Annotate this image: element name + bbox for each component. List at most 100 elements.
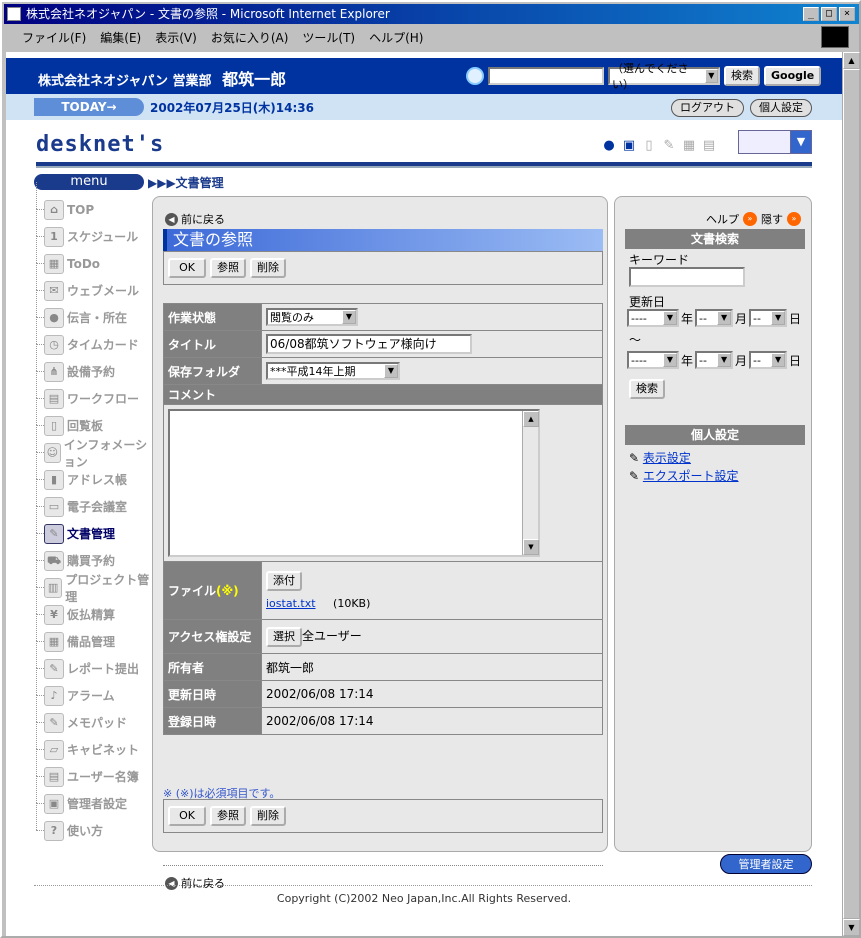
sidebar-item[interactable]: ✎ メモパッド [32,695,152,736]
title-input[interactable]: 06/08都筑ソフトウェア様向け [266,334,472,354]
scroll-up-icon[interactable]: ▲ [843,52,860,69]
to-year-select[interactable]: ---- ▼ [627,351,679,369]
sidebar-item[interactable]: ▦ 備品管理 [32,614,152,655]
sidebar-item[interactable]: ✉ ウェブメール [32,263,152,304]
status-row: 作業状態 閲覧のみ ▼ [163,303,603,331]
scroll-down-icon[interactable]: ▼ [523,539,539,555]
menu-help[interactable]: ヘルプ(H) [369,29,423,46]
sidebar-item[interactable]: ▥ プロジェクト管理 [32,560,152,604]
org-icon[interactable]: ▣ [622,138,636,154]
scrollbar-thumb[interactable] [843,69,860,919]
folder-select[interactable]: ***平成14年上期 ▼ [266,362,400,380]
scroll-up-icon[interactable]: ▲ [523,411,539,427]
page-icon[interactable]: ▯ [642,138,656,154]
page-scrollbar[interactable]: ▲ ▼ [842,52,860,936]
sidebar-item[interactable]: ✎ レポート提出 [32,641,152,682]
sidebar-item[interactable]: ☺ インフォメーション [32,425,152,469]
sidebar-item[interactable]: ♪ アラーム [32,668,152,709]
sidebar-item[interactable]: ▭ 電子会議室 [32,479,152,520]
help-link[interactable]: ヘルプ [706,211,739,227]
menu-tools[interactable]: ツール(T) [302,29,355,46]
scroll-down-icon[interactable]: ▼ [843,919,860,936]
attach-button[interactable]: 添付 [266,571,302,591]
stack-icon[interactable]: ▤ [702,138,716,154]
sidebar-item-label: インフォメーション [63,437,148,469]
display-settings-link[interactable]: 表示設定 [643,451,691,465]
sidebar-item[interactable]: ▣ 管理者設定 [32,776,152,817]
from-month-select[interactable]: -- ▼ [695,309,734,327]
sidebar-item[interactable]: ✎ 文書管理 [32,506,152,547]
grid-icon[interactable]: ▦ [682,138,696,154]
close-button[interactable]: × [839,7,855,21]
delete-button-bottom[interactable]: 削除 [250,806,286,826]
folder-cell: ***平成14年上期 ▼ [261,357,603,385]
select-access-button[interactable]: 選択 [266,626,302,647]
sidebar-item[interactable]: ⌂ TOP [32,182,152,223]
reference-button[interactable]: 参照 [210,258,246,278]
sidebar-item[interactable]: ▦ ToDo [32,236,152,277]
switch-widget[interactable]: ▼ [738,130,812,154]
sidebar-item[interactable]: ▮ アドレス帳 [32,452,152,493]
from-year-select[interactable]: ---- ▼ [627,309,679,327]
folder-value: ***平成14年上期 [270,365,356,378]
user-list-icon: ▤ [44,766,64,787]
status-select[interactable]: 閲覧のみ ▼ [266,308,358,326]
reference-button-bottom[interactable]: 参照 [210,806,246,826]
logout-button[interactable]: ログアウト [671,99,744,117]
global-search-input[interactable] [488,67,604,85]
global-search: （選んでください） ▼ 検索 Google [466,62,822,91]
search-scope-select[interactable]: （選んでください） ▼ [608,62,720,91]
global-search-button[interactable]: 検索 [724,66,760,86]
ok-button-bottom[interactable]: OK [168,806,206,826]
sidebar-item[interactable]: ◷ タイムカード [32,317,152,358]
google-button[interactable]: Google [764,66,822,86]
personal-settings-title: 個人設定 [625,425,805,445]
footer-divider [34,885,812,886]
from-day-select[interactable]: -- ▼ [749,309,788,327]
export-settings-item[interactable]: ✎ エクスポート設定 [629,467,739,484]
sidebar-item[interactable]: 1 スケジュール [32,209,152,250]
menu-label[interactable]: menu [34,174,144,190]
menu-edit[interactable]: 編集(E) [100,29,141,46]
app-toolbar: ● ▣ ▯ ✎ ▦ ▤ [602,138,716,154]
minimize-button[interactable]: _ [803,7,819,21]
menu-file[interactable]: ファイル(F) [22,29,86,46]
textarea-scrollbar[interactable]: ▲ ▼ [522,411,539,555]
display-settings-item[interactable]: ✎ 表示設定 [629,449,691,466]
comment-textarea[interactable]: ▲ ▼ [168,409,540,557]
personal-settings-button[interactable]: 個人設定 [750,99,812,117]
sidebar-item[interactable]: ⋔ 設備予約 [32,344,152,385]
to-month-select[interactable]: -- ▼ [695,351,734,369]
hide-arrow-icon[interactable]: » [787,212,801,226]
to-day-select[interactable]: -- ▼ [749,351,788,369]
sidebar-item[interactable]: ▤ ワークフロー [32,371,152,412]
admin-settings-button[interactable]: 管理者設定 [720,854,812,874]
back-link-top[interactable]: ◀ 前に戻る [165,211,225,227]
sidebar-item[interactable]: ▤ ユーザー名簿 [32,749,152,790]
sidebar-item[interactable]: ▱ キャビネット [32,722,152,763]
menu-view[interactable]: 表示(V) [155,29,197,46]
back-link-bottom[interactable]: ◀ 前に戻る [165,875,225,891]
hide-link[interactable]: 隠す [761,211,783,227]
user-icon[interactable]: ● [602,138,616,154]
doc-search-button[interactable]: 検索 [629,379,665,399]
sidebar-item-label: アラーム [67,689,115,703]
file-link[interactable]: iostat.txt [266,597,316,610]
search-icon [466,67,484,85]
comment-label: コメント [163,384,603,405]
sidebar-item[interactable]: ? 使い方 [32,803,152,844]
edit-icon[interactable]: ✎ [662,138,676,154]
keyword-input[interactable] [629,267,745,287]
help-arrow-icon[interactable]: » [743,212,757,226]
export-settings-link[interactable]: エクスポート設定 [643,469,739,483]
delete-button[interactable]: 削除 [250,258,286,278]
sidebar-item-label: 備品管理 [67,635,116,649]
status-value: 閲覧のみ [270,311,314,324]
purchase-icon: ⛟ [44,550,64,571]
ok-button[interactable]: OK [168,258,206,278]
menu-favorites[interactable]: お気に入り(A) [211,29,289,46]
sidebar-item[interactable]: ¥ 仮払精算 [32,587,152,628]
sidebar-item[interactable]: ● 伝言・所在 [32,290,152,331]
chevron-down-icon: ▼ [791,131,811,153]
maximize-button[interactable]: □ [821,7,837,21]
